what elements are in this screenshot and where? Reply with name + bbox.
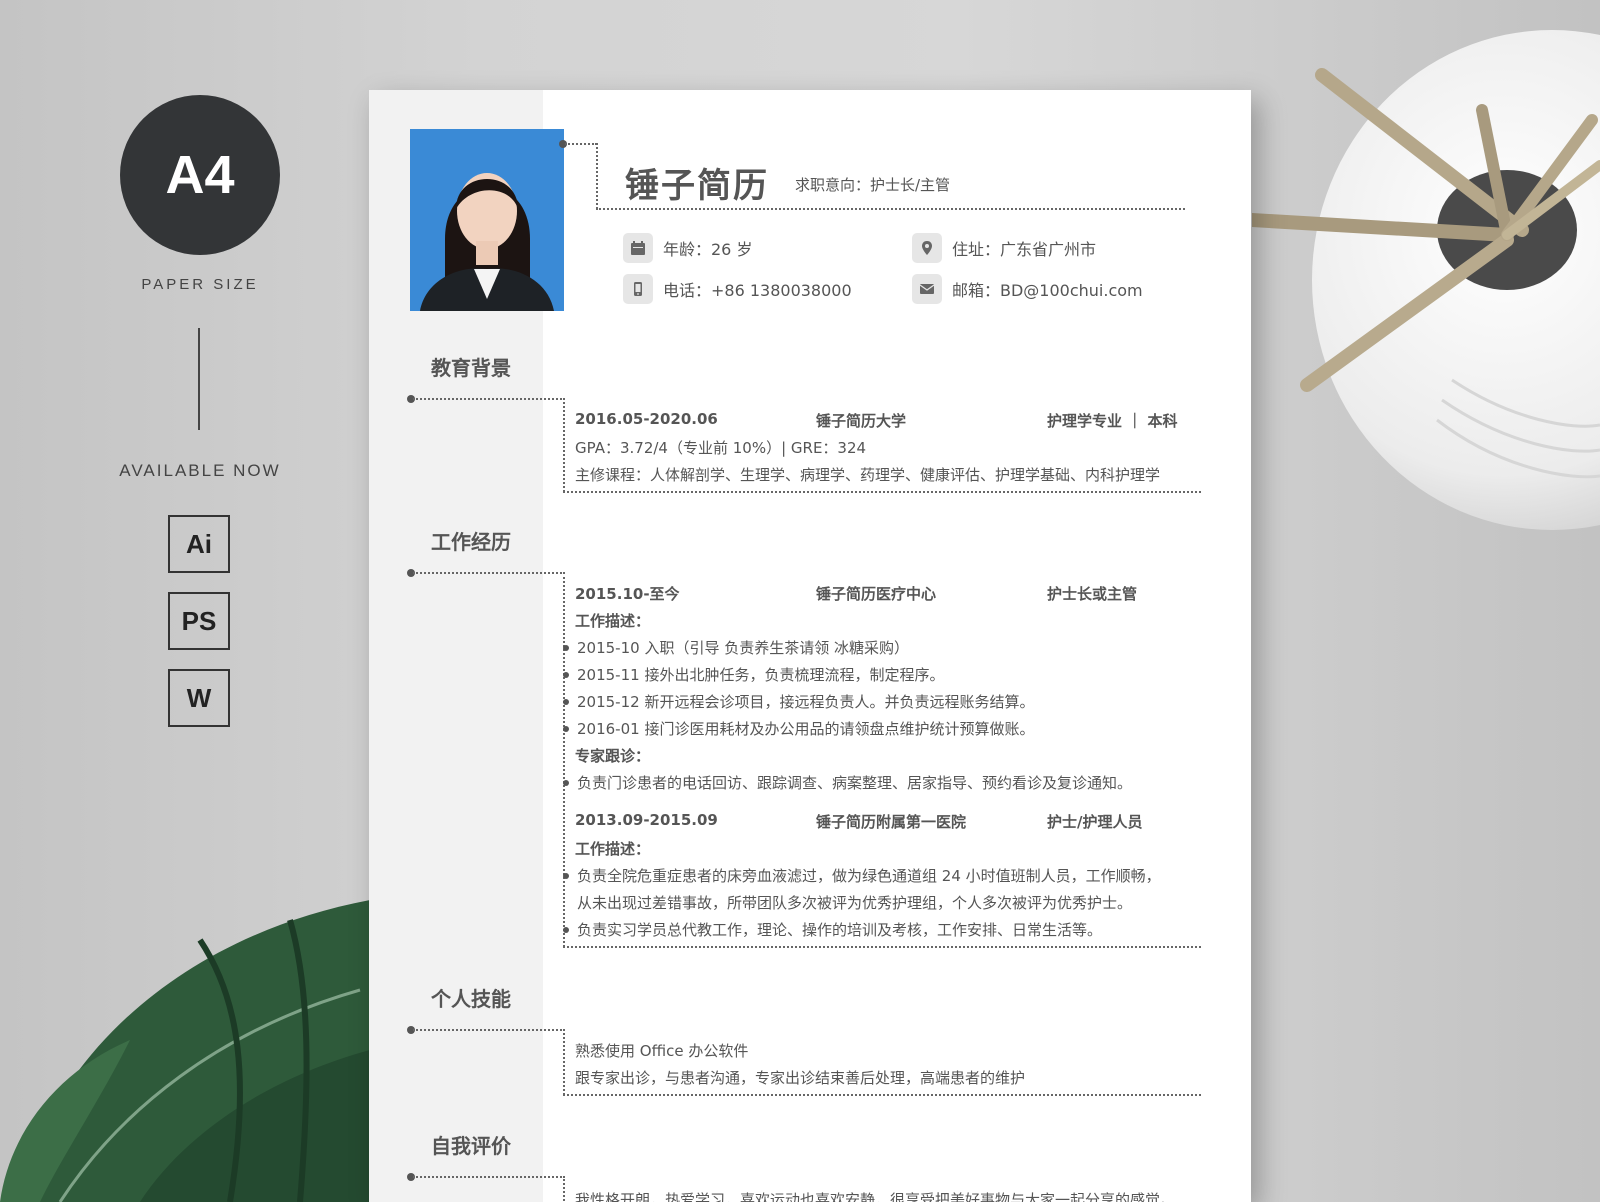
list-item: 负责全院危重症患者的床旁血液滤过，做为绿色通道组 24 小时值班制人员，工作顺畅… [563,867,1161,885]
section-title-skills: 个人技能 [431,987,511,1011]
section-title-work: 工作经历 [431,530,511,554]
skill-line: 熟悉使用 Office 办公软件 [575,1042,749,1060]
job2-desc-label: 工作描述： [575,840,651,858]
email-text: 邮箱：BD@100chui.com [952,281,1143,300]
envelope-icon [912,274,942,304]
info-phone: 电话：+86 1380038000 [623,274,852,304]
list-item: 2015-11 接外出北肿任务，负责梳理流程，制定程序。 [562,666,945,684]
work-border-left [563,572,565,947]
job-intent: 求职意向：护士长/主管 [795,176,951,194]
list-item: 2015-10 入职（引导 负责养生茶请领 冰糖采购） [563,639,909,657]
education-period: 2016.05-2020.06 [575,410,718,428]
list-item-continuation: 从未出现过差错事故，所带团队多次被评为优秀护理组，个人多次被评为优秀护士。 [577,894,1133,912]
paper-size-label: PAPER SIZE [141,276,259,293]
location-pin-icon [912,233,942,263]
job2-role: 护士/护理人员 [1047,813,1143,831]
job1-desc-label: 工作描述： [575,612,651,630]
resume-paper: 锤子简历 求职意向：护士长/主管 年龄：26 岁 住址：广东省广州市 电话：+8… [369,90,1251,1202]
info-age: 年龄：26 岁 [623,233,752,263]
format-badge-w: W [168,669,230,727]
vase-decoration [1252,0,1600,1202]
available-now-label: AVAILABLE NOW [119,461,281,480]
divider-line [198,328,200,430]
skills-connector [413,1029,565,1031]
job2-org: 锤子简历附属第一医院 [816,813,967,831]
education-border-left [563,398,565,492]
job1-org: 锤子简历医疗中心 [816,585,937,603]
education-major: 护理学专业 ｜ 本科 [1047,412,1178,430]
education-border-bottom [563,491,1201,493]
a4-badge: A4 [120,95,280,255]
format-badge-ai: Ai [168,515,230,573]
job1-role: 护士长或主管 [1047,585,1138,603]
education-gpa: GPA：3.72/4（专业前 10%）| GRE：324 [575,439,867,457]
education-courses: 主修课程：人体解剖学、生理学、病理学、药理学、健康评估、护理学基础、内科护理学 [575,466,1161,484]
info-email: 邮箱：BD@100chui.com [912,274,1143,304]
section-title-self-eval: 自我评价 [431,1134,511,1158]
a4-badge-text: A4 [165,145,235,205]
address-text: 住址：广东省广州市 [952,240,1097,259]
header-connector [565,143,597,145]
phone-text: 电话：+86 1380038000 [663,281,852,300]
list-item: 负责实习学员总代教工作，理论、操作的培训及考核，工作安排、日常生活等。 [562,921,1103,939]
self-eval-connector [413,1176,565,1178]
education-connector [413,398,565,400]
header-connector-vertical [596,143,598,209]
list-item: 2015-12 新开远程会诊项目，接远程负责人。并负责远程账务结算。 [562,693,1035,711]
format-badge-ps: PS [168,592,230,650]
job2-period: 2013.09-2015.09 [575,811,718,829]
format-ps-text: PS [181,605,217,636]
skills-border-bottom [563,1094,1201,1096]
section-title-education: 教育背景 [431,356,511,380]
job1-period: 2015.10-至今 [575,585,680,603]
self-eval-text: 我性格开朗，热爱学习，喜欢运动也喜欢安静，很享受把美好事物与大家一起分享的感觉。 [575,1191,1176,1202]
calendar-icon [623,233,653,263]
header-underline [596,208,1185,210]
age-text: 年龄：26 岁 [663,240,753,259]
job1-expert-label: 专家跟诊： [575,747,651,765]
skills-border-left [563,1029,565,1095]
list-item: 2016-01 接门诊医用耗材及办公用品的请领盘点维护统计预算做账。 [562,720,1035,738]
format-ai-text: Ai [186,528,212,559]
skill-line: 跟专家出诊，与患者沟通，专家出诊结束善后处理，高端患者的维护 [575,1069,1026,1087]
candidate-name: 锤子简历 [625,166,769,206]
info-address: 住址：广东省广州市 [912,233,1096,263]
work-connector [413,572,565,574]
plant-leaf-decoration [0,880,370,1202]
list-item: 负责门诊患者的电话回访、跟踪调查、病案整理、居家指导、预约看诊及复诊通知。 [562,774,1133,792]
self-eval-border-left [563,1176,565,1202]
work-border-bottom [563,946,1201,948]
profile-photo [410,129,564,311]
education-school: 锤子简历大学 [816,412,907,430]
phone-icon [623,274,653,304]
format-w-text: W [186,682,212,713]
